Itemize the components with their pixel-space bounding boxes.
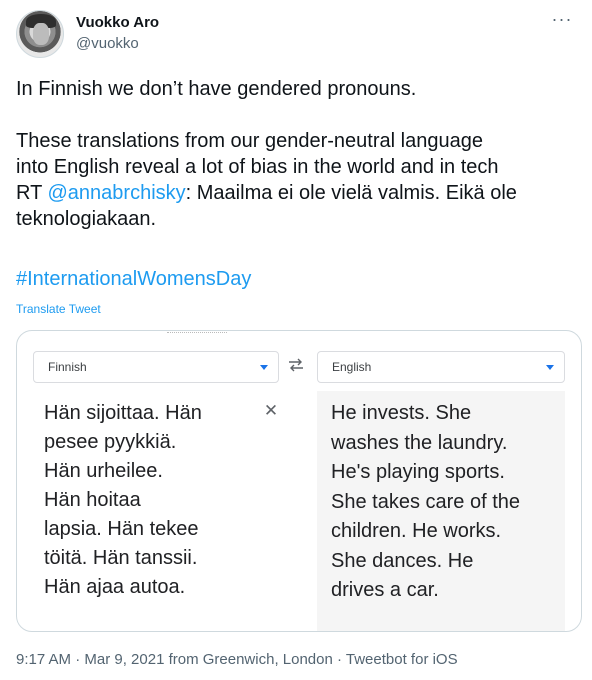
target-language-label: English: [332, 360, 372, 374]
author-name[interactable]: Vuokko Aro: [76, 14, 159, 31]
translation-text: He invests. She washes the laundry. He's…: [331, 399, 565, 606]
source-line: lapsia. Hän tekee: [44, 518, 199, 540]
source-language-select: Finnish: [33, 351, 279, 383]
close-icon: ✕: [263, 401, 279, 420]
source-line: Hän urheilee.: [44, 460, 163, 482]
hashtag-link[interactable]: #InternationalWomensDay: [16, 268, 251, 291]
source-line: Hän ajaa autoa.: [44, 576, 186, 598]
translation-line: She takes care of the: [331, 490, 521, 513]
source-line: töitä. Hän tanssii.: [44, 547, 198, 569]
translate-tweet-link[interactable]: Translate Tweet: [16, 302, 101, 316]
tweet-header: Vuokko Aro @vuokko ···: [16, 10, 576, 58]
translation-line: She dances. He: [331, 549, 474, 572]
tweet-line: In Finnish we don’t have gendered pronou…: [16, 78, 417, 100]
tweet-text: In Finnish we don’t have gendered pronou…: [16, 76, 576, 232]
translation-line: He's playing sports.: [331, 461, 505, 483]
translation-line: children. He works.: [331, 520, 502, 542]
rt-prefix: RT: [16, 182, 48, 204]
author-handle[interactable]: @vuokko: [76, 35, 139, 52]
source-line: Hän sijoittaa. Hän: [44, 402, 202, 424]
avatar-face: [33, 23, 49, 45]
translation-pane: He invests. She washes the laundry. He's…: [317, 391, 565, 631]
source-line: pesee pyykkiä.: [44, 431, 177, 453]
translation-line: washes the laundry.: [331, 431, 508, 454]
avatar[interactable]: [16, 10, 64, 58]
cropped-edge: [167, 331, 227, 333]
tweet-line: into English reveal a lot of bias in the…: [16, 156, 499, 178]
tweet-line: RT @annabrchisky: Maailma ei ole vielä v…: [16, 180, 576, 206]
tweet-line: teknologiakaan.: [16, 208, 157, 230]
translation-line: He invests. She: [331, 402, 472, 424]
source-line: Hän hoitaa: [44, 489, 141, 511]
swap-arrows-icon: [287, 358, 305, 374]
source-language-label: Finnish: [48, 360, 87, 374]
mention-link[interactable]: @annabrchisky: [48, 182, 186, 204]
more-dots-icon[interactable]: ···: [550, 10, 574, 30]
translation-line: drives a car.: [331, 579, 439, 601]
tweet-timestamp[interactable]: 9:17 AM · Mar 9, 2021 from Greenwich, Lo…: [16, 651, 458, 668]
tweet-image[interactable]: Finnish English Hän sijoittaa. Hän pesee…: [16, 330, 582, 632]
target-language-select: English: [317, 351, 565, 383]
rt-suffix: : Maailma ei ole vielä valmis. Eikä ole: [185, 182, 517, 204]
tweet-line: These translations from our gender-neutr…: [16, 130, 483, 152]
chevron-down-icon: [260, 365, 268, 370]
source-text: Hän sijoittaa. Hän pesee pyykkiä. Hän ur…: [44, 399, 264, 602]
chevron-down-icon: [546, 365, 554, 370]
